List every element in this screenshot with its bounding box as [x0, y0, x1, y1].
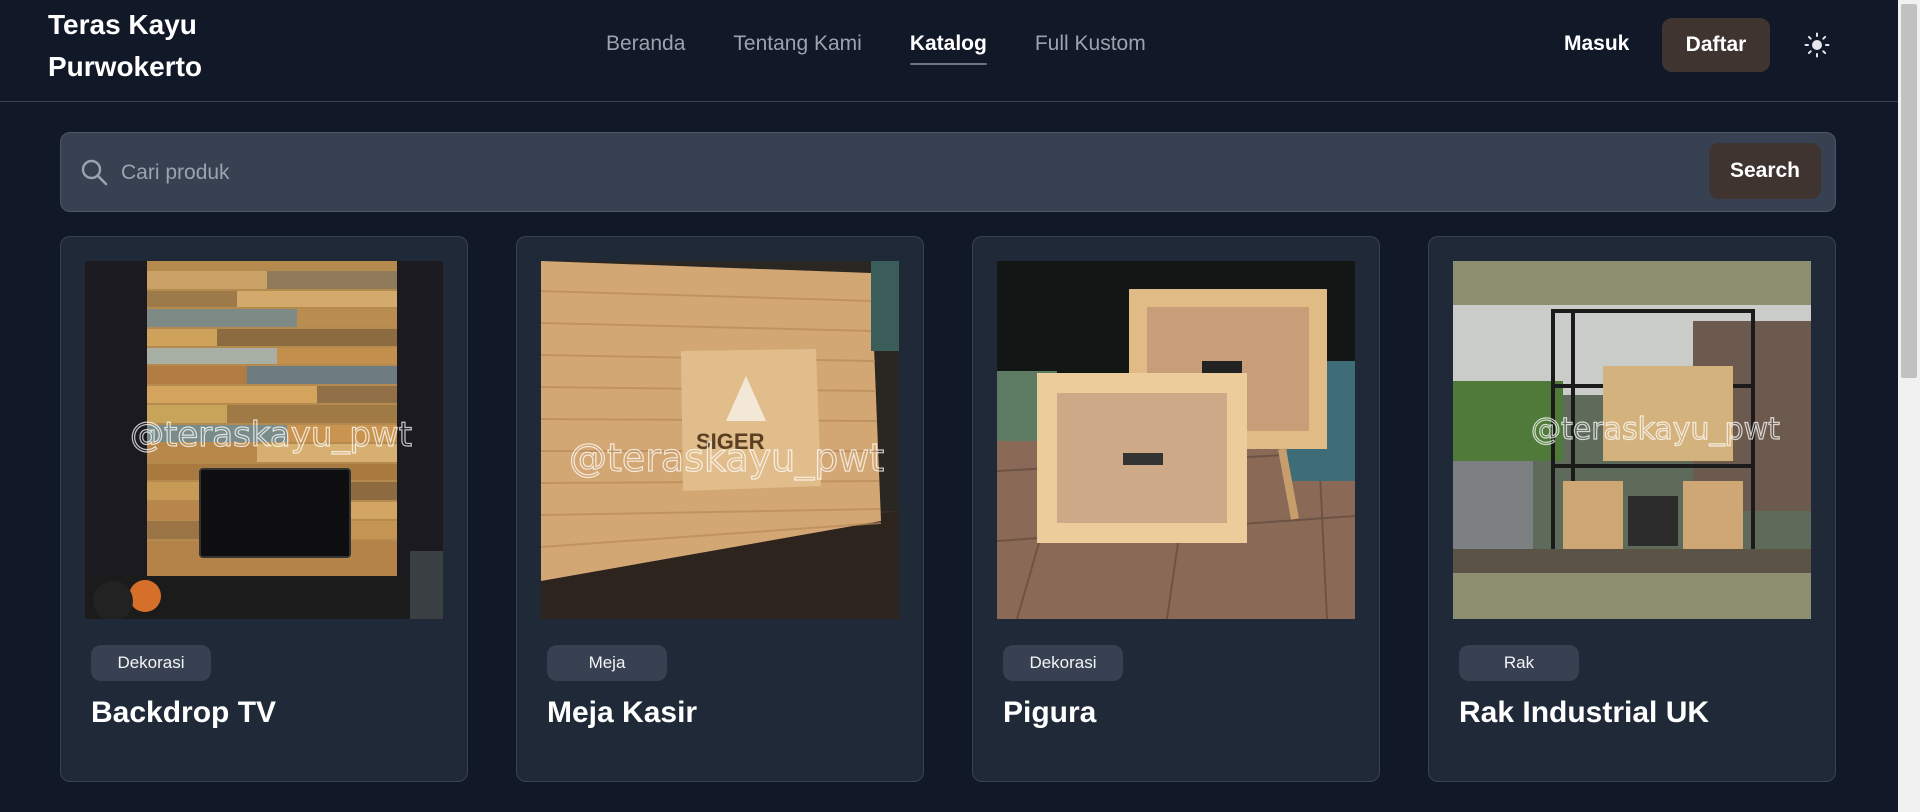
search-button[interactable]: Search	[1709, 143, 1821, 199]
category-badge: Dekorasi	[91, 645, 211, 681]
register-button[interactable]: Daftar	[1662, 18, 1770, 72]
search-input[interactable]	[121, 151, 1441, 195]
page-scrollbar[interactable]	[1898, 0, 1920, 812]
product-image: @teraskayu_pwt	[85, 261, 443, 619]
nav-beranda[interactable]: Beranda	[606, 30, 685, 60]
product-card[interactable]: Dekorasi Pigura	[972, 236, 1380, 782]
login-link[interactable]: Masuk	[1564, 28, 1629, 60]
brand-line-1: Teras Kayu	[48, 9, 197, 40]
product-title: Pigura	[1003, 696, 1097, 729]
nav-katalog[interactable]: Katalog	[909, 30, 987, 65]
product-card[interactable]: @teraskayu_pwt Dekorasi Backdrop TV	[60, 236, 468, 782]
product-image: SIGER @teraskayu_pwt	[541, 261, 899, 619]
watermark-text: @teraskayu_pwt	[569, 436, 884, 480]
category-badge: Dekorasi	[1003, 645, 1123, 681]
product-title: Meja Kasir	[547, 696, 698, 729]
product-title: Rak Industrial UK	[1459, 696, 1710, 729]
search-icon	[81, 159, 108, 186]
product-image: @teraskayu_pwt	[1453, 261, 1811, 619]
top-navbar: Teras Kayu Purwokerto Beranda Tentang Ka…	[0, 0, 1898, 102]
product-card[interactable]: @teraskayu_pwt Rak Rak Industrial UK	[1428, 236, 1836, 782]
sun-icon	[1804, 32, 1830, 58]
product-card[interactable]: SIGER @teraskayu_pwt Meja Meja Kasir	[516, 236, 924, 782]
watermark-text: @teraskayu_pwt	[1531, 412, 1780, 447]
brand-line-2: Purwokerto	[48, 51, 203, 82]
main-nav: Beranda Tentang Kami Katalog Full Kustom	[606, 30, 1194, 65]
search-bar: Search	[60, 132, 1836, 212]
product-title: Backdrop TV	[91, 696, 277, 729]
brand-logo[interactable]: Teras Kayu Purwokerto	[48, 4, 268, 88]
scrollbar-thumb[interactable]	[1901, 4, 1917, 378]
nav-full-kustom[interactable]: Full Kustom	[1035, 30, 1146, 60]
category-badge: Rak	[1459, 645, 1579, 681]
category-badge: Meja	[547, 645, 667, 681]
product-image	[997, 261, 1355, 619]
watermark-text: @teraskayu_pwt	[130, 415, 412, 455]
nav-tentang-kami[interactable]: Tentang Kami	[733, 30, 861, 60]
theme-toggle-button[interactable]	[1800, 28, 1834, 62]
